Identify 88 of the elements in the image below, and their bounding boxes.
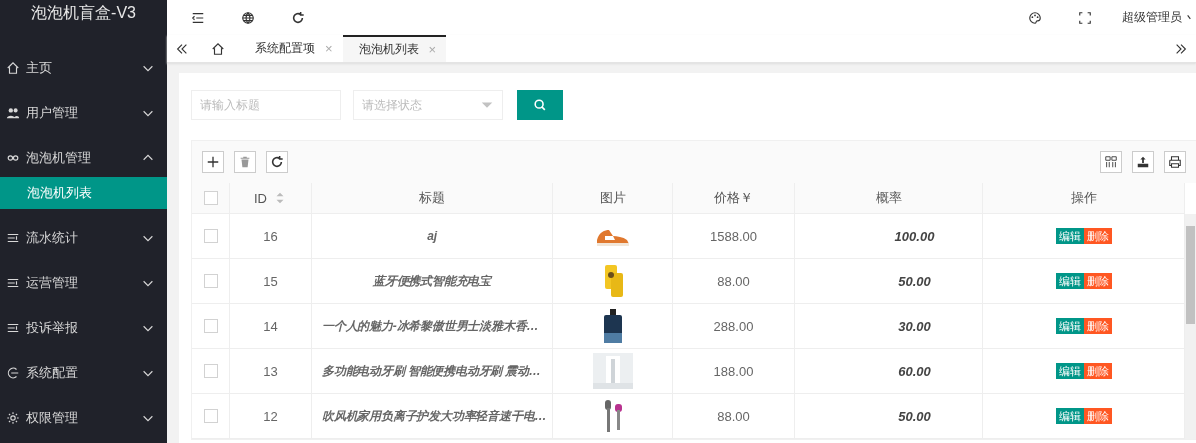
column-header: 图片 — [599, 189, 626, 207]
scrollbar-thumb[interactable] — [1186, 226, 1195, 324]
close-icon[interactable]: × — [428, 42, 437, 57]
column-header: ID — [254, 190, 267, 206]
refresh-button[interactable] — [266, 151, 288, 173]
sidebar-item[interactable]: 投诉举报 — [0, 305, 167, 350]
user-menu[interactable]: 超级管理员 — [1122, 9, 1182, 26]
add-button[interactable] — [202, 151, 224, 173]
table-cell: 多功能电动牙刷 智能便携电动牙刷 震动… — [312, 349, 553, 394]
columns-button[interactable] — [1100, 151, 1122, 173]
table-cell: 188.00 — [673, 349, 795, 394]
users-icon — [6, 105, 20, 120]
export-icon — [1136, 155, 1150, 169]
table-cell: 50.00 — [795, 259, 983, 304]
table-cell: 50.00 — [795, 394, 983, 439]
columns-icon — [1104, 155, 1118, 169]
sidebar-item[interactable]: 用户管理 — [0, 90, 167, 135]
table-cell: 15 — [230, 259, 312, 304]
sidebar-subitem[interactable]: 泡泡机列表 — [0, 177, 167, 209]
table-cell: 288.00 — [673, 304, 795, 349]
row-checkbox[interactable] — [203, 364, 218, 378]
sidebar-item[interactable]: 运营管理 — [0, 260, 167, 305]
trash-icon — [238, 155, 252, 169]
palette-icon[interactable] — [1028, 10, 1042, 25]
globe-icon[interactable] — [241, 10, 255, 25]
column-header: 价格￥ — [714, 189, 753, 207]
table-cell: 12 — [230, 394, 312, 439]
table-cell: 88.00 — [673, 259, 795, 304]
edit-button[interactable]: 编辑 — [1055, 273, 1084, 289]
config-icon — [6, 365, 20, 380]
print-button[interactable] — [1164, 151, 1186, 173]
edit-button[interactable]: 编辑 — [1055, 228, 1084, 244]
edit-button[interactable]: 编辑 — [1055, 408, 1084, 424]
delete-button[interactable]: 删除 — [1083, 363, 1112, 379]
table-cell: 30.00 — [795, 304, 983, 349]
table-cell: 13 — [230, 349, 312, 394]
settings-icon — [6, 410, 20, 425]
menu-icon[interactable] — [191, 10, 205, 25]
tab[interactable]: 泡泡机列表 × — [342, 35, 447, 62]
refresh-icon — [270, 155, 284, 169]
double-chevron-right-icon[interactable] — [1174, 41, 1188, 56]
column-header: 操作 — [1070, 189, 1097, 207]
print-icon — [1168, 155, 1182, 169]
tab-label: 系统配置项 — [255, 40, 315, 57]
app-title: 泡泡机盲盒-V3 — [31, 3, 136, 23]
delete-button[interactable]: 删除 — [1083, 228, 1112, 244]
home-icon — [6, 60, 20, 75]
sidebar-item[interactable]: 系统配置 — [0, 350, 167, 395]
table-cell: 1588.00 — [673, 214, 795, 259]
search-button[interactable] — [517, 90, 563, 120]
table-cell: 蓝牙便携式智能充电宝 — [312, 259, 553, 304]
row-checkbox[interactable] — [203, 229, 218, 243]
status-select[interactable]: 请选择状态 — [353, 90, 503, 120]
table-cell: 60.00 — [795, 349, 983, 394]
trash-button[interactable] — [234, 151, 256, 173]
home-icon — [211, 41, 225, 56]
table-cell: 88.00 — [673, 394, 795, 439]
title-search-field[interactable]: 请输入标题 — [191, 90, 341, 120]
table-cell: 吹风机家用负离子护发大功率轻音速干电… — [312, 394, 553, 439]
select-all-checkbox[interactable] — [203, 191, 218, 205]
sidebar-item[interactable]: 流水统计 — [0, 215, 167, 260]
export-button[interactable] — [1132, 151, 1154, 173]
edit-button[interactable]: 编辑 — [1055, 363, 1084, 379]
row-checkbox[interactable] — [203, 409, 218, 423]
column-header: 概率 — [875, 189, 902, 207]
refresh-icon[interactable] — [291, 10, 305, 25]
delete-button[interactable]: 删除 — [1083, 318, 1112, 334]
add-icon — [206, 155, 220, 169]
sidebar-item[interactable]: 权限管理 — [0, 395, 167, 440]
close-icon[interactable]: × — [325, 41, 333, 56]
search-icon — [533, 98, 547, 112]
edit-button[interactable]: 编辑 — [1055, 318, 1084, 334]
double-chevron-left-icon[interactable] — [175, 41, 189, 56]
table-cell: 16 — [230, 214, 312, 259]
fullscreen-icon[interactable] — [1078, 10, 1092, 25]
table-cell: 14 — [230, 304, 312, 349]
tab-label: 泡泡机列表 — [358, 41, 419, 58]
table-cell: 100.00 — [795, 214, 983, 259]
row-checkbox[interactable] — [203, 319, 218, 333]
delete-button[interactable]: 删除 — [1083, 273, 1112, 289]
table-cell: aj — [312, 214, 553, 259]
sidebar-item[interactable]: 主页 — [0, 45, 167, 90]
column-header: 标题 — [419, 189, 445, 207]
delete-button[interactable]: 删除 — [1083, 408, 1112, 424]
tab[interactable]: 系统配置项 × — [239, 35, 343, 62]
sidebar-item[interactable]: 泡泡机管理 — [0, 135, 167, 180]
row-checkbox[interactable] — [203, 274, 218, 288]
table-cell: 一个人的魅力-冰希黎傲世男士淡雅木香… — [312, 304, 553, 349]
